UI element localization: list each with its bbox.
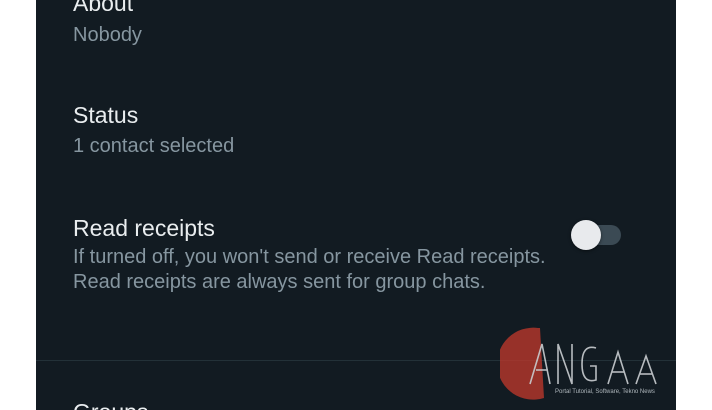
watermark-logo: Portal Tutorial, Software, Tekno News: [497, 322, 670, 404]
watermark-tagline: Portal Tutorial, Software, Tekno News: [555, 389, 655, 395]
read-receipts-toggle[interactable]: [571, 220, 623, 250]
read-receipts-setting[interactable]: Read receipts If turned off, you won't s…: [73, 214, 550, 295]
read-receipts-title: Read receipts: [73, 215, 215, 241]
status-setting[interactable]: Status 1 contact selected: [73, 101, 636, 159]
read-receipts-description: If turned off, you won't send or receive…: [73, 246, 546, 293]
about-value: Nobody: [73, 24, 142, 46]
status-title: Status: [73, 102, 139, 128]
about-setting[interactable]: About Nobody: [73, 0, 636, 48]
about-title: About: [73, 0, 134, 16]
toggle-thumb: [571, 220, 601, 250]
status-value: 1 contact selected: [73, 135, 235, 157]
